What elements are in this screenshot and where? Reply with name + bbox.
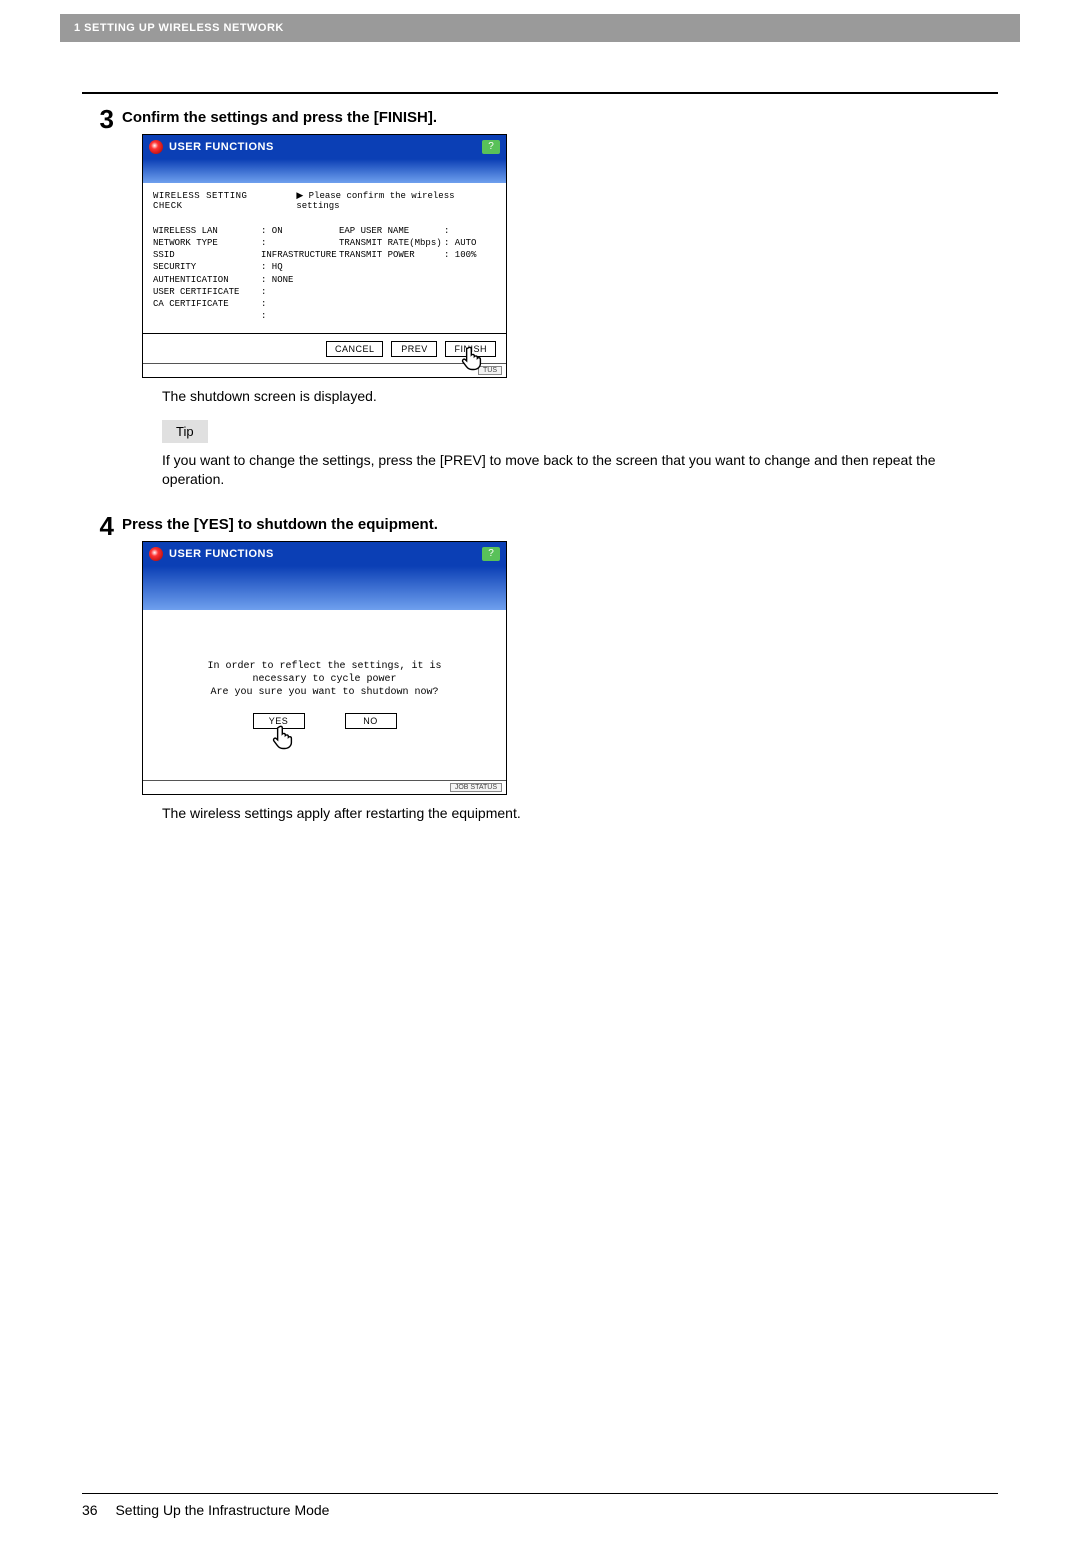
footer-section: Setting Up the Infrastructure Mode bbox=[115, 1502, 329, 1518]
step-number-4: 4 bbox=[82, 513, 114, 539]
chapter-header: 1 SETTING UP WIRELESS NETWORK bbox=[74, 22, 284, 34]
step4-caption: The wireless settings apply after restar… bbox=[162, 805, 998, 821]
hand-cursor-icon bbox=[269, 724, 297, 752]
hand-cursor-icon bbox=[458, 345, 486, 373]
step3-title: Confirm the settings and press the [FINI… bbox=[122, 109, 998, 126]
app-logo-icon bbox=[149, 140, 163, 154]
settings-values-right: : : AUTO : 100% bbox=[444, 225, 476, 322]
check-title: WIRELESS SETTING CHECK bbox=[153, 191, 278, 211]
shutdown-message: In order to reflect the settings, it is … bbox=[207, 660, 441, 699]
settings-labels-left: WIRELESS LAN NETWORK TYPE SSID SECURITY … bbox=[153, 225, 261, 322]
help-icon[interactable]: ? bbox=[482, 140, 500, 154]
app-logo-icon bbox=[149, 547, 163, 561]
no-button[interactable]: NO bbox=[345, 713, 397, 729]
page-footer: 36 Setting Up the Infrastructure Mode bbox=[82, 1493, 998, 1518]
tip-text: If you want to change the settings, pres… bbox=[162, 451, 998, 489]
shutdown-dialog-panel: USER FUNCTIONS ? In order to reflect the… bbox=[142, 541, 507, 795]
tip-label: Tip bbox=[162, 420, 208, 443]
cancel-button[interactable]: CANCEL bbox=[326, 341, 384, 357]
job-status-button[interactable]: JOB STATUS bbox=[450, 783, 502, 792]
wireless-check-panel: USER FUNCTIONS ? WIRELESS SETTING CHECK … bbox=[142, 134, 507, 378]
page-number: 36 bbox=[82, 1502, 98, 1518]
check-instruction: ▶ Please confirm the wireless settings bbox=[296, 191, 496, 211]
step3-caption: The shutdown screen is displayed. bbox=[162, 388, 998, 404]
settings-values-left: : ON : INFRASTRUCTURE : HQ : NONE : : : bbox=[261, 225, 339, 322]
panel-title: USER FUNCTIONS bbox=[169, 141, 274, 153]
settings-labels-right: EAP USER NAME TRANSMIT RATE(Mbps) TRANSM… bbox=[339, 225, 444, 322]
panel-title: USER FUNCTIONS bbox=[169, 548, 274, 560]
step-number-3: 3 bbox=[82, 106, 114, 132]
prev-button[interactable]: PREV bbox=[391, 341, 437, 357]
step4-title: Press the [YES] to shutdown the equipmen… bbox=[122, 516, 998, 533]
help-icon[interactable]: ? bbox=[482, 547, 500, 561]
